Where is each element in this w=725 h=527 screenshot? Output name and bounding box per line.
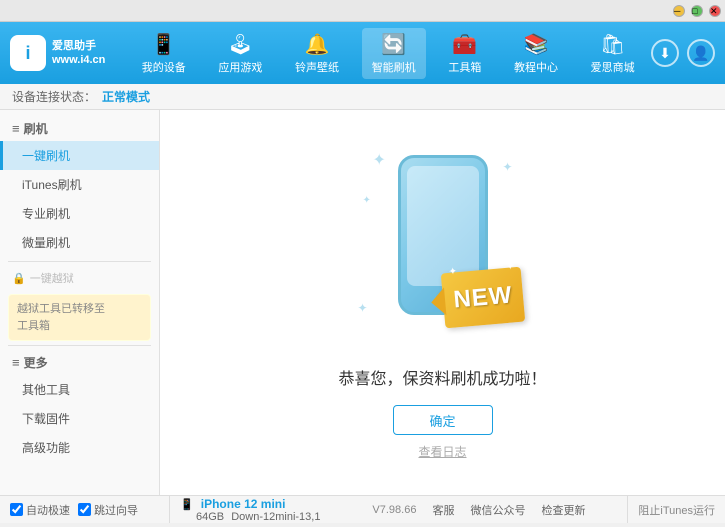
sparkle-1: ✦ — [373, 150, 386, 170]
nav-item-tutorials-label: 教程中心 — [514, 59, 558, 75]
flash-section-title: ≡ 刷机 — [0, 116, 159, 141]
more-section-icon: ≡ — [12, 355, 20, 370]
ringtones-icon: 🔔 — [305, 32, 330, 57]
new-badge-text: NEW — [452, 281, 513, 314]
download-button[interactable]: ⬇ — [651, 39, 679, 67]
auto-send-checkbox-label[interactable]: 自动极速 — [10, 502, 70, 518]
maximize-button[interactable]: □ — [691, 5, 703, 17]
sidebar-divider-1 — [8, 261, 151, 262]
nav-item-my-device[interactable]: 📱 我的设备 — [132, 28, 196, 79]
star-right: ✦ — [505, 261, 514, 273]
nav-logo: i 爱思助手 www.i4.cn — [10, 35, 105, 71]
sidebar-item-one-key-flash[interactable]: 一键刷机 — [0, 141, 159, 170]
logo-text: 爱思助手 www.i4.cn — [52, 39, 105, 68]
sidebar-grayed-jailbreak: 🔒 一键越狱 — [0, 266, 159, 290]
my-device-icon: 📱 — [151, 32, 176, 57]
nav-item-ringtones[interactable]: 🔔 铃声壁纸 — [285, 28, 349, 79]
nav-item-mall[interactable]: 🛍 爱思商城 — [581, 28, 645, 79]
smart-flash-icon: 🔄 — [381, 32, 406, 57]
status-value: 正常模式 — [102, 88, 150, 105]
auto-send-label: 自动极速 — [26, 502, 70, 518]
customer-service-link[interactable]: 客服 — [432, 502, 454, 518]
toolbox-icon: 🧰 — [452, 32, 477, 57]
nav-item-smart-flash-label: 智能刷机 — [372, 59, 416, 75]
star-left: ✦ — [448, 266, 457, 278]
title-bar: ─ □ ✕ — [0, 0, 725, 22]
nav-items: 📱 我的设备 🕹 应用游戏 🔔 铃声壁纸 🔄 智能刷机 🧰 工具箱 📚 教程中心… — [125, 28, 651, 79]
mall-icon: 🛍 — [600, 32, 625, 57]
nav-item-toolbox[interactable]: 🧰 工具箱 — [438, 28, 491, 79]
bottom-bar: 自动极速 跳过向导 📱 iPhone 12 mini 64GB Down-12m… — [0, 495, 725, 523]
sidebar-item-other-tools[interactable]: 其他工具 — [0, 375, 159, 404]
more-section-title: ≡ 更多 — [0, 350, 159, 375]
close-button[interactable]: ✕ — [709, 5, 721, 17]
nav-item-smart-flash[interactable]: 🔄 智能刷机 — [362, 28, 426, 79]
device-section: 📱 iPhone 12 mini 64GB Down-12mini-13,1 — [170, 493, 330, 527]
flash-section-icon: ≡ — [12, 121, 20, 136]
check-update-link[interactable]: 检查更新 — [541, 502, 585, 518]
new-badge: ✦ NEW ✦ — [440, 267, 524, 329]
tutorials-icon: 📚 — [524, 32, 549, 57]
sidebar-item-advanced[interactable]: 高级功能 — [0, 433, 159, 462]
new-badge-left — [429, 287, 445, 316]
device-name: iPhone 12 mini — [201, 497, 286, 511]
bottom-left: 自动极速 跳过向导 — [10, 496, 170, 523]
nav-item-ringtones-label: 铃声壁纸 — [295, 59, 339, 75]
confirm-button[interactable]: 确定 — [393, 405, 493, 435]
nav-item-mall-label: 爱思商城 — [591, 59, 635, 75]
main-layout: ≡ 刷机 一键刷机 iTunes刷机 专业刷机 微量刷机 🔒 一键越狱 越狱工具… — [0, 110, 725, 495]
auto-send-checkbox[interactable] — [10, 503, 23, 516]
sidebar-item-download-firmware[interactable]: 下载固件 — [0, 404, 159, 433]
flash-section-label: 刷机 — [24, 120, 48, 137]
success-text: 恭喜您，保资料刷机成功啦！ — [338, 365, 546, 389]
bottom-right: V7.98.66 客服 微信公众号 检查更新 — [372, 502, 585, 518]
nav-item-apps-games[interactable]: 🕹 应用游戏 — [208, 28, 272, 79]
more-section-label: 更多 — [24, 354, 48, 371]
nav-item-tutorials[interactable]: 📚 教程中心 — [504, 28, 568, 79]
user-button[interactable]: 👤 — [687, 39, 715, 67]
sidebar: ≡ 刷机 一键刷机 iTunes刷机 专业刷机 微量刷机 🔒 一键越狱 越狱工具… — [0, 110, 160, 495]
logo-line1: 爱思助手 — [52, 39, 105, 53]
wechat-link[interactable]: 微信公众号 — [470, 502, 525, 518]
sidebar-info-box: 越狱工具已转移至工具箱 — [8, 294, 151, 341]
lock-icon: 🔒 — [12, 272, 26, 285]
sidebar-divider-2 — [8, 345, 151, 346]
sparkle-4: ✦ — [358, 301, 368, 315]
status-bar: 设备连接状态： 正常模式 — [0, 84, 725, 110]
nav-item-apps-games-label: 应用游戏 — [218, 59, 262, 75]
prevent-itunes-button[interactable]: 阻止iTunes运行 — [638, 502, 715, 518]
skip-wizard-label: 跳过向导 — [94, 502, 138, 518]
nav-item-my-device-label: 我的设备 — [142, 59, 186, 75]
skip-wizard-checkbox[interactable] — [78, 503, 91, 516]
sparkle-3: ✦ — [363, 195, 371, 206]
apps-games-icon: 🕹 — [228, 32, 253, 57]
nav-bar: i 爱思助手 www.i4.cn 📱 我的设备 🕹 应用游戏 🔔 铃声壁纸 🔄 … — [0, 22, 725, 84]
sidebar-item-pro-flash[interactable]: 专业刷机 — [0, 199, 159, 228]
logo-icon: i — [10, 35, 46, 71]
window-controls[interactable]: ─ □ ✕ — [670, 5, 721, 17]
skip-wizard-checkbox-label[interactable]: 跳过向导 — [78, 502, 138, 518]
device-firmware: Down-12mini-13,1 — [231, 511, 320, 523]
device-icon: 📱 — [180, 499, 194, 511]
phone-illustration: ✦ ✦ ✦ ✦ ✦ NEW ✦ — [353, 145, 533, 345]
version-text: V7.98.66 — [372, 504, 416, 516]
sidebar-item-itunes-flash[interactable]: iTunes刷机 — [0, 170, 159, 199]
phone-screen — [407, 166, 479, 286]
status-label: 设备连接状态： — [12, 88, 96, 105]
minimize-button[interactable]: ─ — [673, 5, 685, 17]
nav-right-buttons: ⬇ 👤 — [651, 39, 715, 67]
content-area: ✦ ✦ ✦ ✦ ✦ NEW ✦ 恭喜您，保资料刷机成功啦！ 确定 查看日志 — [160, 110, 725, 495]
sparkle-2: ✦ — [502, 160, 512, 174]
device-storage: 64GB — [196, 511, 224, 523]
sidebar-item-micro-flash[interactable]: 微量刷机 — [0, 228, 159, 257]
logo-line2: www.i4.cn — [52, 53, 105, 67]
nav-item-toolbox-label: 工具箱 — [448, 59, 481, 75]
secondary-link[interactable]: 查看日志 — [418, 443, 466, 460]
